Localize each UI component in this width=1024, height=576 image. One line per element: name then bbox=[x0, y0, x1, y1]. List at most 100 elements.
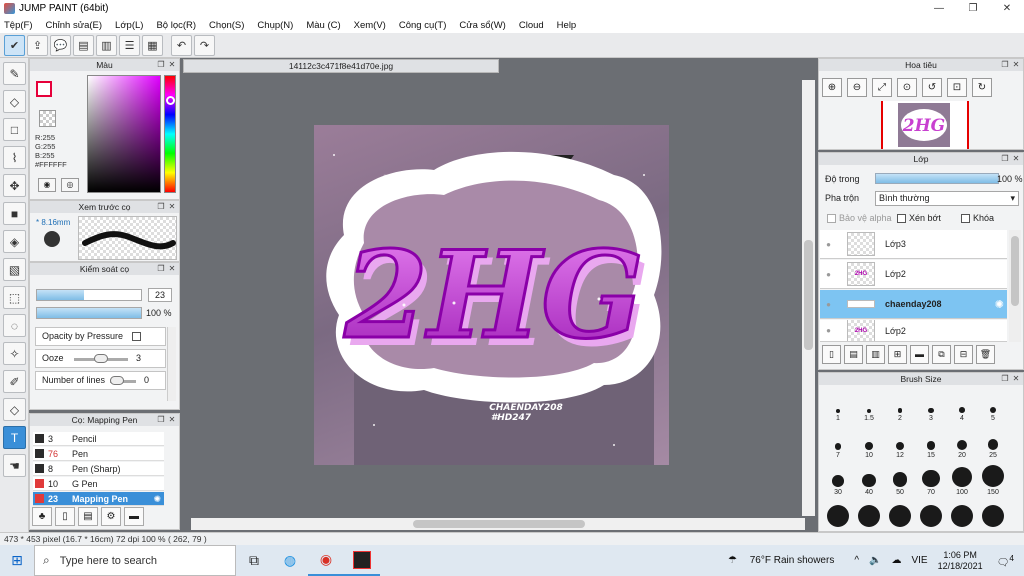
brush-size-option[interactable]: 15 bbox=[916, 428, 946, 459]
visibility-icon[interactable]: ● bbox=[820, 300, 837, 309]
lines-slider[interactable] bbox=[110, 376, 136, 385]
magic-wand-icon[interactable]: ✧ bbox=[3, 342, 26, 365]
eyedropper-icon[interactable]: ◎ bbox=[61, 178, 79, 192]
navigator-thumbnail[interactable]: 2HG bbox=[881, 101, 969, 149]
menu-window[interactable]: Cửa sổ(W) bbox=[459, 20, 505, 31]
select-pen-icon[interactable]: ✐ bbox=[3, 370, 26, 393]
bucket-tool-icon[interactable]: ◈ bbox=[3, 230, 26, 253]
rotate-left-icon[interactable]: ↺ bbox=[922, 78, 942, 97]
menu-color[interactable]: Màu (C) bbox=[306, 20, 340, 31]
new-layer-icon[interactable]: ▯ bbox=[822, 345, 841, 364]
brush-size-dot[interactable] bbox=[951, 505, 973, 527]
select-eraser-icon[interactable]: ◇ bbox=[3, 398, 26, 421]
grid-icon[interactable]: ▦ bbox=[142, 34, 163, 56]
protect-alpha-option[interactable]: Bảo vệ alpha bbox=[827, 213, 892, 223]
brush-opacity-slider[interactable] bbox=[36, 307, 142, 319]
saturation-value-picker[interactable] bbox=[87, 75, 161, 193]
brush-item-pencil[interactable]: 3 Pencil bbox=[33, 432, 164, 446]
brush-size-dot[interactable] bbox=[982, 505, 1004, 527]
panel-float-icon[interactable]: ❐ bbox=[156, 202, 166, 212]
text-tool-icon[interactable]: T bbox=[3, 426, 26, 449]
fit-window-icon[interactable]: ⤢ bbox=[872, 78, 892, 97]
brush-size-dot[interactable] bbox=[889, 505, 911, 527]
document-icon[interactable]: ▥ bbox=[96, 34, 117, 56]
brush-item-g-pen[interactable]: 10 G Pen bbox=[33, 477, 164, 491]
brush-size-dot[interactable] bbox=[858, 505, 880, 527]
layer-row[interactable]: ● 2HG Lớp2 bbox=[820, 260, 1007, 289]
brush-size-option[interactable]: 4 bbox=[947, 391, 977, 422]
panel-float-icon[interactable]: ❐ bbox=[156, 264, 166, 274]
new-text-layer-icon[interactable]: ▥ bbox=[866, 345, 885, 364]
rotate-right-icon[interactable]: ↻ bbox=[972, 78, 992, 97]
brush-size-option[interactable]: 40 bbox=[854, 465, 884, 496]
rectangle-tool-icon[interactable]: □ bbox=[3, 118, 26, 141]
speech-bubble-icon[interactable]: 💬 bbox=[50, 34, 71, 56]
taskbar-search-box[interactable]: ⌕ Type here to search bbox=[34, 545, 236, 576]
brush-control-scrollbar[interactable] bbox=[167, 327, 176, 401]
windows-start-icon[interactable]: ⊞ bbox=[0, 545, 34, 576]
panel-float-icon[interactable]: ❐ bbox=[1000, 374, 1010, 384]
reset-rotation-icon[interactable]: ⊡ bbox=[947, 78, 967, 97]
new-layer-menu-icon[interactable]: ⊞ bbox=[888, 345, 907, 364]
transparent-color-swatch[interactable] bbox=[39, 110, 56, 127]
volume-icon[interactable]: 🔈 bbox=[869, 555, 881, 566]
panel-close-icon[interactable]: ✕ bbox=[167, 60, 177, 70]
gradient-tool-icon[interactable]: ▧ bbox=[3, 258, 26, 281]
menu-filter[interactable]: Bộ lọc(R) bbox=[156, 20, 196, 31]
panel-close-icon[interactable]: ✕ bbox=[1011, 60, 1021, 70]
brush-size-option[interactable]: 12 bbox=[885, 428, 915, 459]
new-raster-layer-icon[interactable]: ▤ bbox=[844, 345, 863, 364]
zoom-in-icon[interactable]: ⊕ bbox=[822, 78, 842, 97]
menu-layer[interactable]: Lớp(L) bbox=[115, 20, 143, 31]
foreground-color-swatch[interactable] bbox=[36, 81, 52, 97]
artwork-image[interactable]: 2HG 2HG CHAENDAY208 #HD247 bbox=[314, 125, 669, 465]
brush-size-option[interactable]: 7 bbox=[823, 428, 853, 459]
input-language[interactable]: VIE bbox=[911, 555, 927, 566]
minimize-button[interactable]: — bbox=[922, 0, 956, 17]
delete-layer-icon[interactable]: 🗑 bbox=[976, 345, 995, 364]
brush-size-dot[interactable] bbox=[827, 505, 849, 527]
brush-size-option[interactable]: 2 bbox=[885, 391, 915, 422]
duplicate-layer-icon[interactable]: ⧉ bbox=[932, 345, 951, 364]
layer-row[interactable]: ● 2HG Lớp2 bbox=[820, 320, 1007, 342]
brush-size-option[interactable]: 5 bbox=[978, 391, 1008, 422]
ooze-slider[interactable] bbox=[74, 354, 128, 363]
brush-size-option[interactable]: 3 bbox=[916, 391, 946, 422]
opacity-by-pressure-row[interactable]: Opacity by Pressure bbox=[35, 327, 166, 346]
canvas-area[interactable]: 14112c3c471f8e41d70e.jpg 2HG 2HG CHAENDA… bbox=[181, 58, 817, 532]
panel-close-icon[interactable]: ✕ bbox=[167, 202, 177, 212]
clipping-option[interactable]: Xén bớt bbox=[897, 213, 941, 223]
edge-browser-icon[interactable]: ◍ bbox=[272, 545, 308, 576]
merge-layer-icon[interactable]: ⊟ bbox=[954, 345, 973, 364]
brush-size-option[interactable]: 50 bbox=[885, 465, 915, 496]
hue-knob[interactable] bbox=[166, 96, 175, 105]
jump-paint-taskbar-icon[interactable] bbox=[344, 545, 380, 576]
brush-size-option[interactable]: 1 bbox=[823, 391, 853, 422]
layer-row[interactable]: ● Lớp3 bbox=[820, 230, 1007, 259]
restore-button[interactable]: ❐ bbox=[956, 0, 990, 17]
gear-icon[interactable]: ✺ bbox=[153, 492, 161, 505]
add-brush-icon[interactable]: ♣ bbox=[32, 507, 52, 526]
export-icon[interactable]: ⇪ bbox=[27, 34, 48, 56]
brush-size-option[interactable]: 20 bbox=[947, 428, 977, 459]
menu-cloud[interactable]: Cloud bbox=[519, 20, 544, 31]
move-tool-icon[interactable]: ✥ bbox=[3, 174, 26, 197]
layer-row-selected[interactable]: ● chaenday208 ✺ bbox=[820, 290, 1007, 319]
brush-size-input[interactable]: 23 bbox=[148, 288, 172, 302]
visibility-icon[interactable]: ● bbox=[820, 270, 837, 279]
brush-size-option[interactable]: 10 bbox=[854, 428, 884, 459]
brush-item-mapping-pen[interactable]: 23 Mapping Pen ✺ bbox=[33, 492, 164, 506]
visibility-icon[interactable]: ● bbox=[820, 240, 837, 249]
cloud-check-icon[interactable]: ✔ bbox=[4, 34, 25, 56]
document-tab[interactable]: 14112c3c471f8e41d70e.jpg bbox=[183, 59, 499, 73]
close-button[interactable]: ✕ bbox=[990, 0, 1024, 17]
fill-rect-tool-icon[interactable]: ■ bbox=[3, 202, 26, 225]
color-palette-icon[interactable]: ◉ bbox=[38, 178, 56, 192]
brush-item-pen[interactable]: 76 Pen bbox=[33, 447, 164, 461]
blur-brush-icon[interactable]: ⌇ bbox=[3, 146, 26, 169]
menu-tools[interactable]: Công cụ(T) bbox=[399, 20, 447, 31]
canvas-horizontal-scrollbar[interactable] bbox=[191, 518, 805, 530]
list-icon[interactable]: ☰ bbox=[119, 34, 140, 56]
redo-icon[interactable]: ↷ bbox=[194, 34, 215, 56]
panel-close-icon[interactable]: ✕ bbox=[1011, 374, 1021, 384]
